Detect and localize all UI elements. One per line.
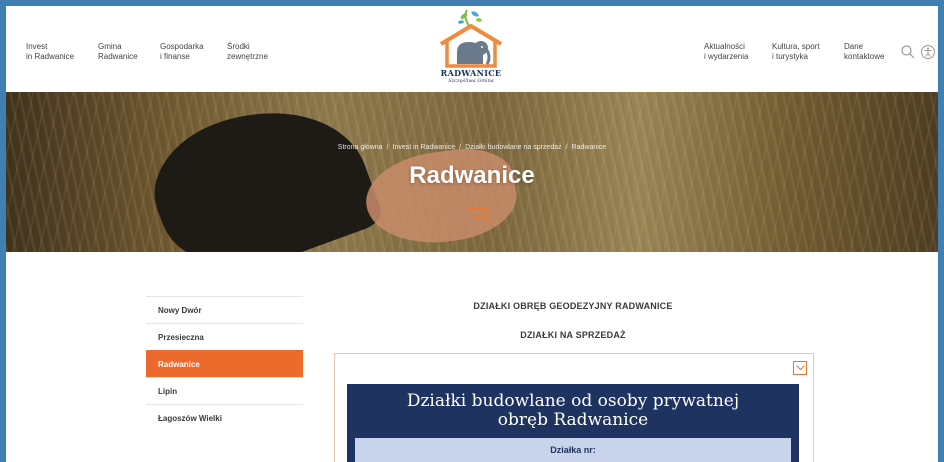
nav-dane-line1: Dane xyxy=(844,42,864,51)
nav-invest[interactable]: Invest in Radwanice xyxy=(26,42,74,62)
breadcrumb-current: Radwanice xyxy=(571,144,607,151)
breadcrumb: Strona główna / Invest in Radwanice / Działk… xyxy=(337,144,607,151)
nav-gospodarka-line2: i finanse xyxy=(160,52,190,61)
listing-card-title-line2: obręb Radwanice xyxy=(497,410,649,430)
nav-srodki-line2: zewnętrzne xyxy=(227,52,268,61)
logo-tagline: Szczęśliwa Gmina xyxy=(448,78,494,84)
nav-aktualnosci-line1: Aktualności xyxy=(704,42,745,51)
nav-gospodarka[interactable]: Gospodarka i finanse xyxy=(160,42,204,62)
site-logo[interactable]: RADWANICE Szczęśliwa Gmina xyxy=(416,8,526,88)
nav-gmina[interactable]: Gmina Radwanice xyxy=(98,42,138,62)
nav-dane-line2: kontaktowe xyxy=(844,52,885,61)
nav-gospodarka-line1: Gospodarka xyxy=(160,42,204,51)
scroll-down-button[interactable] xyxy=(467,208,487,224)
breadcrumb-dzialki[interactable]: Działki budowlane na sprzedaż xyxy=(465,144,562,151)
sidebar-item-lipin[interactable]: Lipin xyxy=(146,377,303,404)
nav-invest-line2: in Radwanice xyxy=(26,52,75,61)
logo-name: RADWANICE xyxy=(440,68,502,78)
nav-aktualnosci-line2: i wydarzenia xyxy=(704,52,749,61)
listing-card: Działki budowlane od osoby prywatnej obr… xyxy=(347,384,799,462)
sidebar-item-lagoszow-wielki[interactable]: Łagoszów Wielki xyxy=(146,404,303,431)
hero-photo-hand xyxy=(360,141,522,252)
nav-invest-line1: Invest xyxy=(26,42,48,51)
nav-aktualnosci[interactable]: Aktualności i wydarzenia xyxy=(704,42,748,62)
sidebar-item-nowy-dwor[interactable]: Nowy Dwór xyxy=(146,296,303,323)
page-title: Radwanice xyxy=(409,162,535,189)
nav-kultura-line2: i turystyka xyxy=(772,52,809,61)
site-header: Invest in Radwanice Gmina Radwanice Gosp… xyxy=(6,6,938,92)
search-icon[interactable] xyxy=(900,44,916,60)
hero-banner: Strona główna / Invest in Radwanice / Działk… xyxy=(6,92,938,252)
plot-number-label: Działka nr: xyxy=(550,445,596,455)
nav-gmina-line2: Radwanice xyxy=(98,52,138,61)
breadcrumb-invest[interactable]: Invest in Radwanice xyxy=(393,144,456,151)
section-heading: DZIAŁKI OBRĘB GEODEZYJNY RADWANICE xyxy=(473,301,673,311)
browser-frame: Invest in Radwanice Gmina Radwanice Gosp… xyxy=(6,6,938,462)
listing-card-title: Działki budowlane od osoby prywatnej obr… xyxy=(347,392,799,430)
nav-srodki-line1: Środki xyxy=(227,42,250,51)
nav-gmina-line1: Gmina xyxy=(98,42,122,51)
accordion-toggle[interactable] xyxy=(793,361,807,375)
nav-kultura-line1: Kultura, sport xyxy=(772,42,820,51)
sidebar-menu: Nowy Dwór Przesieczna Radwanice Lipin Ła… xyxy=(146,296,303,431)
chevron-down-icon xyxy=(472,213,484,220)
logo-house-icon xyxy=(439,9,503,68)
nav-srodki[interactable]: Środki zewnętrzne xyxy=(227,42,268,62)
nav-dane[interactable]: Dane kontaktowe xyxy=(844,42,884,62)
plot-number-box: Działka nr: xyxy=(355,438,791,462)
nav-kultura[interactable]: Kultura, sport i turystyka xyxy=(772,42,820,62)
breadcrumb-home[interactable]: Strona główna xyxy=(338,144,383,151)
accessibility-icon[interactable] xyxy=(920,44,936,60)
listing-card-title-line1: Działki budowlane od osoby prywatnej xyxy=(406,391,740,411)
chevron-down-icon xyxy=(796,365,805,371)
section-subheading: DZIAŁKI NA SPRZEDAŻ xyxy=(520,330,626,340)
sidebar-item-przesieczna[interactable]: Przesieczna xyxy=(146,323,303,350)
sidebar-item-radwanice[interactable]: Radwanice xyxy=(146,350,303,377)
accordion-panel: Działki budowlane od osoby prywatnej obr… xyxy=(334,353,814,462)
